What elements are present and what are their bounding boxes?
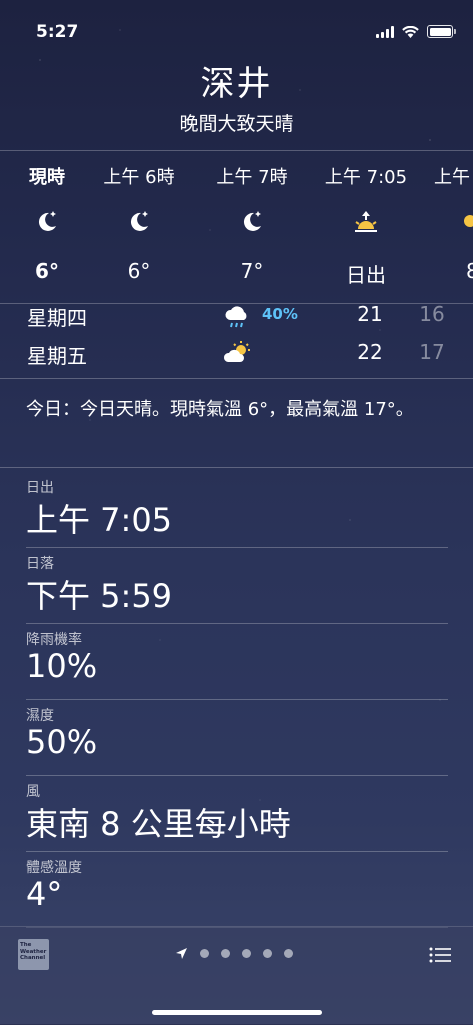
- detail-label: 降雨機率: [26, 632, 82, 648]
- hour-item: 現時 6°: [12, 151, 82, 303]
- day-low-temp: 17: [419, 340, 445, 364]
- detail-value: 東南 8 公里每小時: [26, 805, 291, 843]
- page-dot[interactable]: [284, 949, 293, 958]
- rain-cloud-icon: [225, 306, 247, 328]
- hour-temp: 6°: [127, 259, 151, 283]
- location-arrow-icon: [176, 948, 187, 959]
- detail-label: 風: [26, 784, 40, 800]
- detail-value: 50%: [26, 723, 98, 761]
- hour-label: 上午: [434, 167, 470, 188]
- detail-sunrise: 日出 上午 7:05: [26, 472, 448, 548]
- hour-label: 現時: [29, 167, 65, 188]
- precip-chance: 40%: [262, 305, 298, 323]
- moon-star-icon: [243, 211, 261, 231]
- wifi-icon: [402, 25, 419, 38]
- home-indicator[interactable]: [152, 1010, 322, 1015]
- sunrise-icon: [355, 211, 377, 232]
- status-time: 5:27: [36, 22, 79, 42]
- city-list-icon[interactable]: [429, 947, 451, 963]
- cellular-signal-icon: [376, 25, 394, 38]
- partly-cloudy-icon: [223, 341, 250, 362]
- day-high-temp: 22: [357, 340, 383, 364]
- location-header: 深井 晚間大致天晴: [0, 56, 473, 136]
- battery-icon: [427, 25, 456, 38]
- hour-item: 上午 6時 6°: [94, 151, 184, 303]
- details-list: 日出 上午 7:05 日落 下午 5:59 降雨機率 10% 濕度 50% 風 …: [26, 472, 448, 928]
- daily-forecast: 星期四 40% 21 16 星期五 22 17: [0, 302, 473, 378]
- page-dot[interactable]: [221, 949, 230, 958]
- hour-item: 上午 8: [434, 151, 473, 303]
- sun-icon: [464, 215, 473, 227]
- detail-label: 日落: [26, 556, 54, 572]
- detail-value: 下午 5:59: [26, 577, 173, 615]
- detail-label: 日出: [26, 480, 54, 496]
- detail-label: 體感溫度: [26, 860, 82, 876]
- page-dot[interactable]: [263, 949, 272, 958]
- hour-item: 上午 7:05 日出: [318, 151, 414, 303]
- hour-temp: 7°: [240, 259, 264, 283]
- today-summary: 今日：今日天晴。現時氣溫 6°，最高氣溫 17°。: [0, 378, 473, 468]
- hour-label: 上午 7:05: [324, 167, 408, 188]
- hourly-forecast[interactable]: 現時 6° 上午 6時 6° 上午 7時 7° 上午 7:05 日出 上午: [0, 150, 473, 304]
- detail-value: 4°: [26, 875, 63, 913]
- detail-sunset: 日落 下午 5:59: [26, 548, 448, 624]
- detail-label: 濕度: [26, 708, 54, 724]
- detail-humidity: 濕度 50%: [26, 700, 448, 776]
- status-icons: [376, 25, 456, 38]
- moon-star-icon: [130, 211, 148, 231]
- page-indicator[interactable]: [175, 947, 293, 960]
- page-dot[interactable]: [200, 949, 209, 958]
- hour-label: 上午 6時: [103, 167, 175, 188]
- detail-value: 上午 7:05: [26, 501, 173, 539]
- detail-value: 10%: [26, 647, 98, 685]
- day-name: 星期四: [27, 306, 87, 330]
- page-dot[interactable]: [242, 949, 251, 958]
- daily-row: 星期四 40% 21 16: [0, 302, 473, 332]
- detail-wind: 風 東南 8 公里每小時: [26, 776, 448, 852]
- day-high-temp: 21: [357, 302, 383, 326]
- current-condition: 晚間大致天晴: [179, 113, 294, 135]
- bottom-toolbar: The Weather Channel: [0, 926, 473, 1025]
- weather-channel-logo[interactable]: The Weather Channel: [18, 939, 49, 970]
- hour-temp: 8: [434, 259, 473, 283]
- city-name: 深井: [200, 64, 273, 104]
- status-bar: 5:27: [0, 0, 473, 64]
- hour-label: 上午 7時: [216, 167, 288, 188]
- hour-temp: 6°: [35, 259, 59, 283]
- summary-text: 今日：今日天晴。現時氣溫 6°，最高氣溫 17°。: [26, 399, 414, 420]
- hour-temp: 日出: [346, 263, 386, 287]
- detail-rain-chance: 降雨機率 10%: [26, 624, 448, 700]
- detail-feels-like: 體感溫度 4°: [26, 852, 448, 928]
- moon-star-icon: [38, 211, 56, 231]
- day-name: 星期五: [27, 344, 87, 368]
- daily-row: 星期五 22 17: [0, 340, 473, 370]
- day-low-temp: 16: [419, 302, 445, 326]
- hour-item: 上午 7時 7°: [207, 151, 297, 303]
